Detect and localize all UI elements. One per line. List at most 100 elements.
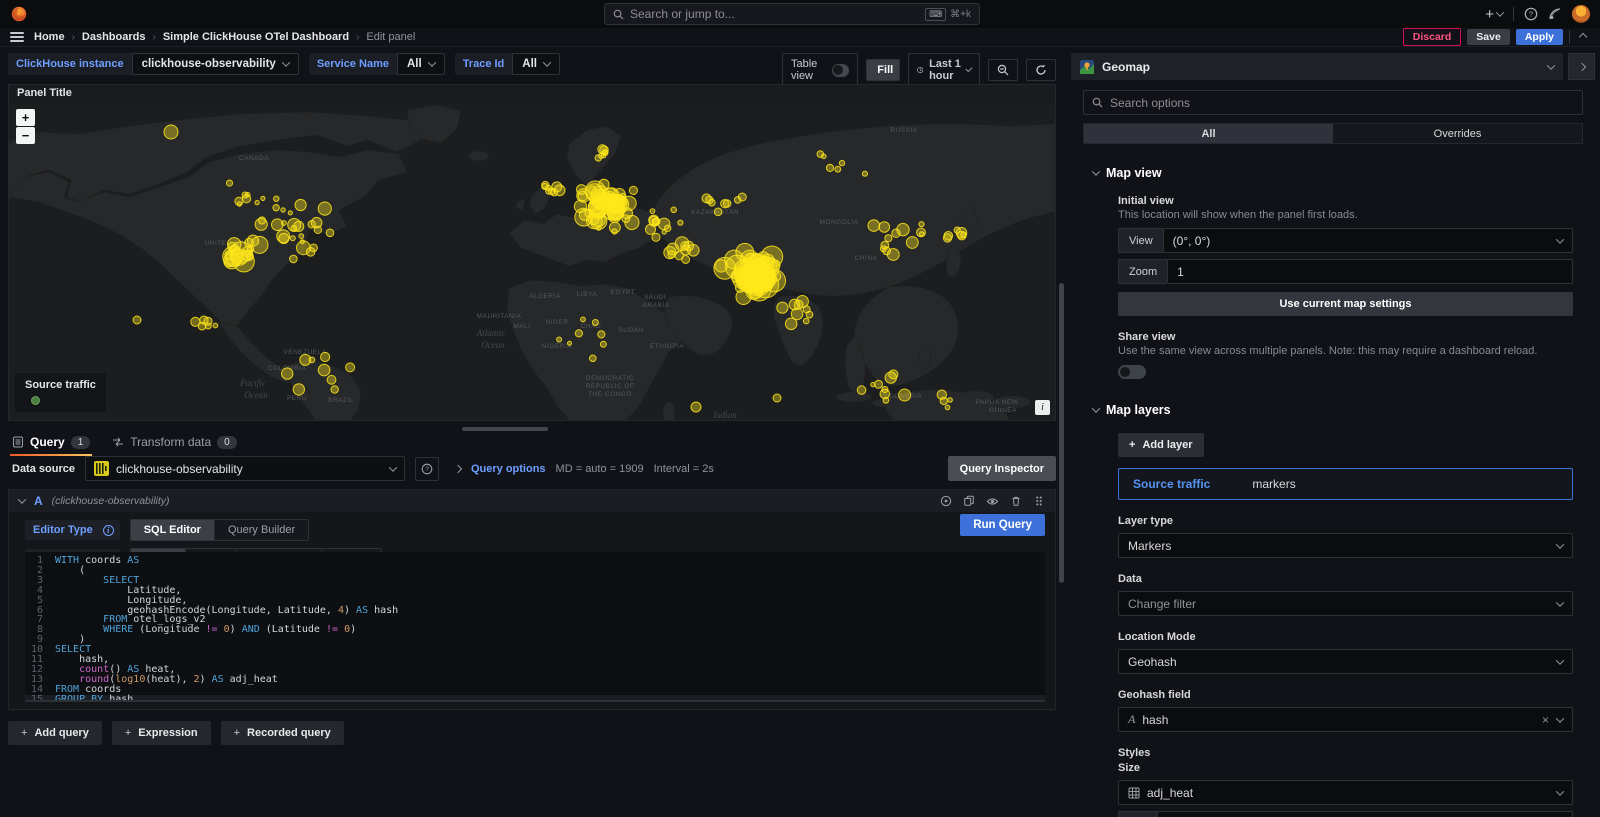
map-marker[interactable]	[665, 225, 671, 231]
map-marker[interactable]	[709, 199, 716, 206]
map-marker[interactable]	[678, 220, 683, 225]
map-marker[interactable]	[581, 317, 586, 322]
map-marker[interactable]	[737, 266, 756, 285]
zoom-out-time-button[interactable]	[988, 59, 1018, 81]
map-marker[interactable]	[281, 208, 285, 212]
tab-query[interactable]: Query1	[10, 431, 92, 453]
grafana-logo[interactable]	[10, 5, 28, 23]
breadcrumb-item[interactable]: Home	[34, 31, 65, 43]
recorded-query-button[interactable]: +Recorded query	[221, 721, 344, 745]
breadcrumb-item[interactable]: Simple ClickHouse OTel Dashboard	[163, 31, 349, 43]
user-avatar[interactable]	[1572, 5, 1590, 23]
map-marker[interactable]	[773, 394, 781, 402]
run-query-button[interactable]: Run Query	[960, 514, 1045, 536]
geohash-field-select[interactable]: Ahash×	[1118, 707, 1573, 732]
map-marker[interactable]	[887, 249, 899, 261]
map-marker[interactable]	[857, 386, 866, 395]
size-field-select[interactable]: adj_heat	[1118, 780, 1573, 805]
breadcrumb-item[interactable]: Dashboards	[82, 31, 146, 43]
map-marker[interactable]	[554, 185, 565, 196]
map-marker[interactable]	[796, 296, 808, 308]
delete-query-icon[interactable]	[1010, 495, 1022, 507]
map-marker[interactable]	[255, 218, 267, 230]
map-marker[interactable]	[247, 246, 253, 252]
refresh-button[interactable]	[1026, 59, 1056, 81]
collapse-topbar-icon[interactable]	[1579, 33, 1587, 41]
map-marker[interactable]	[282, 368, 293, 379]
map-marker[interactable]	[590, 355, 597, 362]
sql-editor[interactable]: 1WITH coords AS2 (3 SELECT4 Latitude,5 L…	[25, 552, 1045, 702]
map-marker[interactable]	[945, 405, 950, 410]
map-marker[interactable]	[600, 146, 609, 155]
time-range-picker[interactable]: Last 1 hour	[908, 53, 980, 87]
map-marker[interactable]	[321, 352, 330, 361]
map-marker[interactable]	[592, 320, 598, 326]
map-marker[interactable]	[311, 217, 322, 228]
datasource-select[interactable]: clickhouse-observability	[85, 456, 405, 481]
map-marker[interactable]	[875, 380, 883, 388]
map-marker[interactable]	[575, 330, 582, 337]
main-scrollbar[interactable]	[1058, 48, 1065, 817]
map-marker[interactable]	[288, 219, 301, 232]
map-marker[interactable]	[295, 199, 306, 210]
map-marker[interactable]	[889, 370, 898, 379]
save-button[interactable]: Save	[1467, 29, 1510, 45]
map-marker[interactable]	[682, 256, 690, 264]
map-marker[interactable]	[691, 402, 701, 412]
map-marker[interactable]	[880, 389, 890, 399]
trace-id-select[interactable]: All	[512, 53, 560, 75]
section-map-layers[interactable]: Map layers	[1093, 403, 1600, 417]
map-marker[interactable]	[785, 318, 797, 330]
clear-icon[interactable]: ×	[1542, 713, 1549, 727]
map-marker[interactable]	[595, 155, 601, 161]
map-marker[interactable]	[612, 229, 617, 234]
zoom-input[interactable]: 1	[1167, 259, 1573, 284]
world-map[interactable]: RUSSIACANADAUNITED STATESKAZAKHSTANMONGO…	[9, 102, 1055, 420]
search-input[interactable]: Search or jump to... ⌨⌘+k	[604, 3, 980, 25]
map-marker[interactable]	[557, 337, 562, 342]
share-view-toggle[interactable]	[1118, 365, 1146, 379]
map-marker[interactable]	[917, 228, 926, 237]
map-marker[interactable]	[649, 216, 659, 226]
map-marker[interactable]	[738, 193, 746, 201]
map-marker[interactable]	[961, 232, 967, 238]
map-marker[interactable]	[652, 233, 660, 241]
map-marker[interactable]	[897, 223, 909, 235]
map-marker[interactable]	[300, 354, 311, 365]
editor-type-option-sql-editor[interactable]: SQL Editor	[131, 520, 215, 540]
use-current-map-settings-button[interactable]: Use current map settings	[1118, 292, 1573, 316]
map-marker[interactable]	[822, 154, 827, 159]
map-marker[interactable]	[133, 316, 141, 324]
map-marker[interactable]	[288, 211, 292, 215]
map-marker[interactable]	[290, 255, 298, 263]
editor-type-option-query-builder[interactable]: Query Builder	[215, 520, 308, 540]
table-view-switch[interactable]	[832, 64, 850, 77]
map-marker[interactable]	[290, 236, 295, 241]
map-marker[interactable]	[885, 235, 892, 242]
map-marker[interactable]	[261, 196, 265, 200]
map-marker[interactable]	[318, 202, 331, 215]
map-marker[interactable]	[803, 318, 809, 324]
map-marker[interactable]	[826, 164, 833, 171]
map-marker[interactable]	[274, 196, 279, 201]
map-marker[interactable]	[839, 160, 844, 165]
help-icon[interactable]: ?	[1524, 7, 1538, 21]
map-marker[interactable]	[277, 230, 290, 243]
map-marker[interactable]	[331, 386, 338, 393]
layer-name[interactable]: Source traffic	[1133, 477, 1210, 491]
expression-button[interactable]: +Expression	[112, 721, 211, 745]
map-marker[interactable]	[919, 222, 924, 227]
location-mode-select[interactable]: Geohash	[1118, 649, 1573, 674]
map-marker[interactable]	[226, 180, 232, 186]
map-marker[interactable]	[835, 166, 841, 172]
map-marker[interactable]	[806, 311, 813, 318]
add-query-button[interactable]: +Add query	[8, 721, 102, 745]
map-marker[interactable]	[164, 125, 178, 139]
map-marker[interactable]	[681, 245, 691, 255]
map-marker[interactable]	[777, 302, 788, 313]
map-marker[interactable]	[944, 232, 953, 241]
table-view-toggle[interactable]: Table view	[782, 53, 858, 87]
map-marker[interactable]	[228, 242, 237, 251]
close-options-pane-button[interactable]	[1568, 53, 1595, 80]
drag-handle-icon[interactable]	[1033, 495, 1045, 507]
